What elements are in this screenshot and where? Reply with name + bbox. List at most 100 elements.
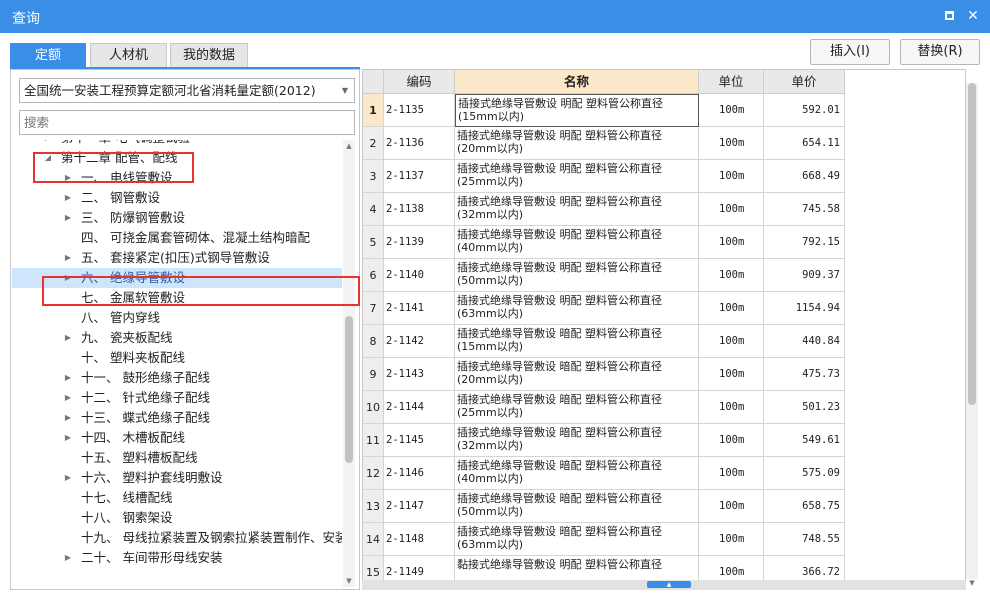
quota-name-cell[interactable]: 插接式绝缘导管敷设 暗配 塑料管公称直径(32mm以内) — [455, 424, 699, 457]
unit-cell[interactable]: 100m — [699, 523, 764, 556]
row-number[interactable]: 4 — [363, 193, 384, 226]
row-number[interactable]: 14 — [363, 523, 384, 556]
quota-name-cell[interactable]: 插接式绝缘导管敷设 暗配 塑料管公称直径(25mm以内) — [455, 391, 699, 424]
unit-cell[interactable]: 100m — [699, 292, 764, 325]
unit-cell[interactable]: 100m — [699, 193, 764, 226]
tree-scroll-thumb[interactable] — [345, 316, 353, 463]
expand-arrow-icon[interactable]: ▶ — [63, 408, 73, 428]
table-header-price[interactable]: 单价 — [764, 70, 845, 94]
search-input[interactable] — [19, 110, 355, 135]
table-row[interactable]: 2 2-1136 插接式绝缘导管敷设 明配 塑料管公称直径(20mm以内) 100m 6… — [363, 127, 845, 160]
price-cell[interactable]: 748.55 — [764, 523, 845, 556]
row-number[interactable]: 9 — [363, 358, 384, 391]
price-cell[interactable]: 549.61 — [764, 424, 845, 457]
expand-arrow-icon[interactable]: ▶ — [63, 428, 73, 448]
quota-code-cell[interactable]: 2-1138 — [384, 193, 455, 226]
table-row[interactable]: 11 2-1145 插接式绝缘导管敷设 暗配 塑料管公称直径(32mm以内) 100m… — [363, 424, 845, 457]
table-row[interactable]: 9 2-1143 插接式绝缘导管敷设 暗配 塑料管公称直径(20mm以内) 100m 4… — [363, 358, 845, 391]
row-number[interactable]: 7 — [363, 292, 384, 325]
quota-code-cell[interactable]: 2-1148 — [384, 523, 455, 556]
tab-quota[interactable]: 定额 — [10, 43, 86, 68]
scroll-up-icon[interactable]: ▲ — [343, 140, 355, 152]
quota-code-cell[interactable]: 2-1141 — [384, 292, 455, 325]
tree-item[interactable]: ▶ 十四、 木槽板配线 — [12, 428, 342, 448]
tree-item[interactable]: ▶ 十一、 鼓形绝缘子配线 — [12, 368, 342, 388]
tab-my-data[interactable]: 我的数据 — [170, 43, 248, 68]
collapse-grip-icon[interactable]: ▲ — [647, 581, 691, 588]
tree-item[interactable]: ▶ 五、 套接紧定(扣压)式钢导管敷设 — [12, 248, 342, 268]
unit-cell[interactable]: 100m — [699, 424, 764, 457]
tree-item[interactable]: ▶ 九、 瓷夹板配线 — [12, 328, 342, 348]
close-icon[interactable]: ✕ — [964, 7, 982, 25]
quota-code-cell[interactable]: 2-1135 — [384, 94, 455, 127]
row-number[interactable]: 8 — [363, 325, 384, 358]
quota-name-cell[interactable]: 插接式绝缘导管敷设 明配 塑料管公称直径(40mm以内) — [455, 226, 699, 259]
scroll-down-icon[interactable]: ▼ — [343, 575, 355, 587]
table-row[interactable]: 6 2-1140 插接式绝缘导管敷设 明配 塑料管公称直径(50mm以内) 100m 9… — [363, 259, 845, 292]
table-row[interactable]: 13 2-1147 插接式绝缘导管敷设 暗配 塑料管公称直径(50mm以内) 100m… — [363, 490, 845, 523]
table-row[interactable]: 14 2-1148 插接式绝缘导管敷设 暗配 塑料管公称直径(63mm以内) 100m… — [363, 523, 845, 556]
quota-code-cell[interactable]: 2-1140 — [384, 259, 455, 292]
quota-code-cell[interactable]: 2-1146 — [384, 457, 455, 490]
scroll-down-icon[interactable]: ▼ — [966, 579, 978, 591]
horizontal-scrollbar[interactable]: ▲ — [362, 580, 966, 590]
quota-name-cell[interactable]: 插接式绝缘导管敷设 明配 塑料管公称直径(20mm以内) — [455, 127, 699, 160]
unit-cell[interactable]: 100m — [699, 325, 764, 358]
row-number[interactable]: 10 — [363, 391, 384, 424]
unit-cell[interactable]: 100m — [699, 259, 764, 292]
quota-code-cell[interactable]: 2-1139 — [384, 226, 455, 259]
quota-name-cell[interactable]: 插接式绝缘导管敷设 明配 塑料管公称直径(63mm以内) — [455, 292, 699, 325]
row-number[interactable]: 2 — [363, 127, 384, 160]
price-cell[interactable]: 501.23 — [764, 391, 845, 424]
expand-arrow-icon[interactable]: ▶ — [63, 248, 73, 268]
quota-code-cell[interactable]: 2-1142 — [384, 325, 455, 358]
tree-item[interactable]: ▶ 二、 钢管敷设 — [12, 188, 342, 208]
tree-item[interactable]: ▶ 二十、 车间带形母线安装 — [12, 548, 342, 568]
table-scroll-thumb[interactable] — [968, 83, 976, 405]
tree-scrollbar[interactable]: ▲ ▼ — [343, 140, 355, 587]
unit-cell[interactable]: 100m — [699, 358, 764, 391]
tree-item[interactable]: 十、 塑料夹板配线 — [12, 348, 342, 368]
replace-button[interactable]: 替换(R) — [900, 39, 980, 65]
quota-name-cell[interactable]: 插接式绝缘导管敷设 暗配 塑料管公称直径(50mm以内) — [455, 490, 699, 523]
expand-arrow-icon[interactable]: ▶ — [63, 188, 73, 208]
row-number[interactable]: 12 — [363, 457, 384, 490]
maximize-icon[interactable] — [940, 7, 958, 25]
quota-name-cell[interactable]: 插接式绝缘导管敷设 明配 塑料管公称直径(15mm以内) — [455, 94, 699, 127]
tree-item[interactable]: ▶ 第十一章 电气调整试验 — [12, 140, 342, 148]
table-header-unit[interactable]: 单位 — [699, 70, 764, 94]
tree-item[interactable]: ▶ 三、 防爆钢管敷设 — [12, 208, 342, 228]
expand-arrow-icon[interactable]: ▶ — [63, 368, 73, 388]
quota-name-cell[interactable]: 插接式绝缘导管敷设 明配 塑料管公称直径(50mm以内) — [455, 259, 699, 292]
quota-code-cell[interactable]: 2-1137 — [384, 160, 455, 193]
table-header-code[interactable]: 编码 — [384, 70, 455, 94]
quota-code-cell[interactable]: 2-1143 — [384, 358, 455, 391]
unit-cell[interactable]: 100m — [699, 127, 764, 160]
unit-cell[interactable]: 100m — [699, 94, 764, 127]
expand-arrow-icon[interactable]: ▶ — [63, 388, 73, 408]
quota-name-cell[interactable]: 插接式绝缘导管敷设 明配 塑料管公称直径(25mm以内) — [455, 160, 699, 193]
quota-name-cell[interactable]: 插接式绝缘导管敷设 暗配 塑料管公称直径(63mm以内) — [455, 523, 699, 556]
table-scrollbar[interactable]: ▼ — [966, 83, 978, 587]
quota-name-cell[interactable]: 插接式绝缘导管敷设 暗配 塑料管公称直径(20mm以内) — [455, 358, 699, 391]
quota-code-cell[interactable]: 2-1136 — [384, 127, 455, 160]
price-cell[interactable]: 592.01 — [764, 94, 845, 127]
unit-cell[interactable]: 100m — [699, 226, 764, 259]
table-row[interactable]: 5 2-1139 插接式绝缘导管敷设 明配 塑料管公称直径(40mm以内) 100m 7… — [363, 226, 845, 259]
row-number[interactable]: 13 — [363, 490, 384, 523]
table-header-name[interactable]: 名称 — [455, 70, 699, 94]
quota-name-cell[interactable]: 插接式绝缘导管敷设 明配 塑料管公称直径(32mm以内) — [455, 193, 699, 226]
table-row[interactable]: 8 2-1142 插接式绝缘导管敷设 暗配 塑料管公称直径(15mm以内) 100m 4… — [363, 325, 845, 358]
unit-cell[interactable]: 100m — [699, 457, 764, 490]
tab-labor-material-machine[interactable]: 人材机 — [90, 43, 167, 68]
tree-item[interactable]: 十八、 钢索架设 — [12, 508, 342, 528]
price-cell[interactable]: 668.49 — [764, 160, 845, 193]
expand-arrow-icon[interactable]: ▶ — [63, 548, 73, 568]
expand-arrow-icon[interactable]: ▶ — [63, 208, 73, 228]
unit-cell[interactable]: 100m — [699, 160, 764, 193]
table-row[interactable]: 3 2-1137 插接式绝缘导管敷设 明配 塑料管公称直径(25mm以内) 100m 6… — [363, 160, 845, 193]
quota-code-cell[interactable]: 2-1147 — [384, 490, 455, 523]
table-row[interactable]: 7 2-1141 插接式绝缘导管敷设 明配 塑料管公称直径(63mm以内) 100m 1… — [363, 292, 845, 325]
price-cell[interactable]: 909.37 — [764, 259, 845, 292]
table-row[interactable]: 1 2-1135 插接式绝缘导管敷设 明配 塑料管公称直径(15mm以内) 100m 5… — [363, 94, 845, 127]
